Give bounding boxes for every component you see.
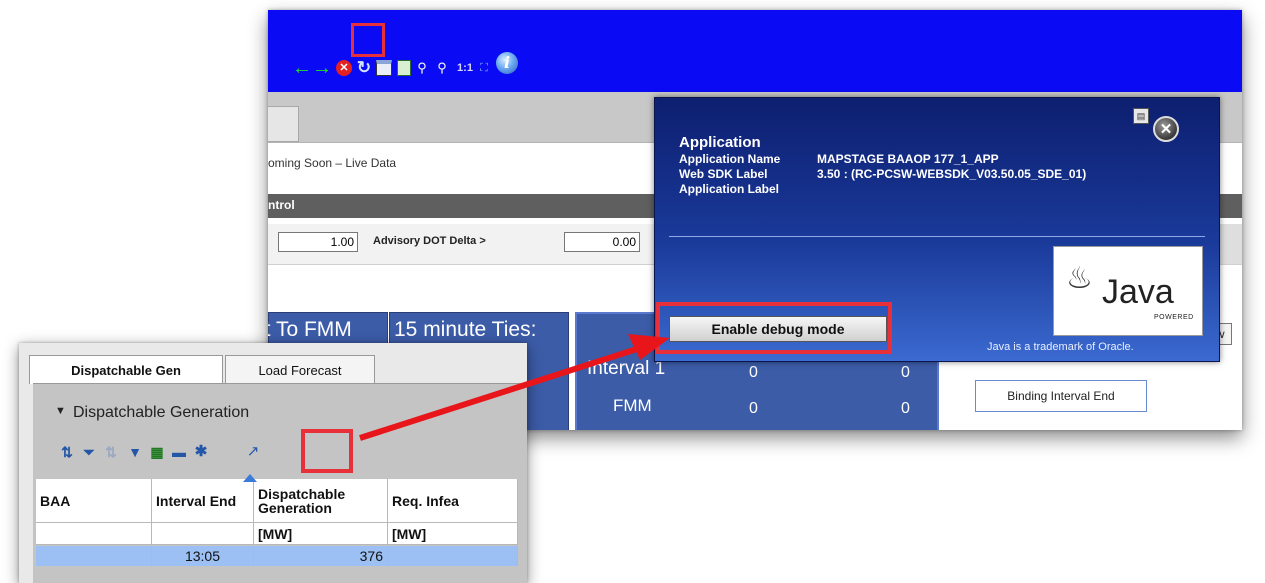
zoom-1-1-button[interactable]: 1:1 (454, 60, 476, 76)
filter-funnel-icon[interactable]: ▼ (127, 444, 143, 460)
column-header-interval-end-text: Interval End (156, 492, 237, 509)
application-name-value: MAPSTAGE BAAOP 177_1_APP (817, 152, 999, 166)
web-sdk-value: 3.50 : (RC-PCSW-WEBSDK_V03.50.05_SDE_01) (817, 167, 1087, 181)
clear-sort-icon: ⇅ (105, 444, 117, 460)
filter-icon[interactable]: ⏷ (81, 444, 97, 460)
toolbar: ← → ✕ ↻ ⚲ ⚲ 1:1 ⛶ i (268, 10, 1242, 92)
section-title[interactable]: ▼ Dispatchable Generation (55, 404, 249, 422)
web-sdk-label: Web SDK Label (679, 167, 768, 181)
java-powered-text: POWERED (1154, 314, 1194, 321)
application-name-label: Application Name (679, 152, 781, 166)
java-logo: ♨ Java POWERED (1053, 246, 1203, 336)
table-cell-baa (36, 546, 152, 566)
popup-title: Application (679, 134, 761, 151)
info-icon-highlight (351, 23, 385, 57)
fmm-panel-title: nt To FMM (268, 318, 352, 341)
advisory-dot-delta-input[interactable]: 0.00 (564, 232, 640, 252)
export-excel-icon[interactable]: ▦ (149, 444, 165, 460)
sort-ascending-icon (243, 474, 257, 482)
zoom-out-icon[interactable]: ⚲ (414, 60, 430, 76)
binding-interval-end-button[interactable]: Binding Interval End (975, 380, 1147, 412)
units-cell: [MW] (254, 523, 388, 545)
popout-icon[interactable]: ↗ (245, 444, 261, 460)
control-section-title: ntrol (268, 198, 295, 212)
fmm-value: 0 (901, 400, 910, 417)
java-wordmark: Java (1102, 273, 1174, 311)
print-icon[interactable] (376, 60, 392, 76)
debug-icon-highlight (301, 429, 353, 473)
table-cell-dispatchable-generation: 376 (254, 546, 388, 566)
sort-icon[interactable]: ⇅ (59, 444, 75, 460)
debug-bug-icon[interactable]: ✱ (193, 444, 209, 460)
zoom-in-icon[interactable]: ⚲ (434, 60, 450, 76)
threshold-input[interactable]: 1.00 (278, 232, 358, 252)
forward-arrow-icon[interactable]: → (312, 58, 332, 78)
java-trademark-text: Java is a trademark of Oracle. (987, 341, 1134, 353)
column-header-req-infeasible[interactable]: Req. Infea (388, 479, 518, 523)
column-header-dispatchable-generation-text: Dispatchable Generation (258, 485, 346, 516)
units-cell (36, 523, 152, 545)
tab-dispatchable-gen[interactable]: Dispatchable Gen (29, 355, 223, 384)
info-icon[interactable]: i (496, 52, 518, 74)
fit-icon[interactable]: ⛶ (476, 60, 492, 76)
status-text: oming Soon – Live Data (268, 156, 397, 170)
popup-divider (669, 236, 1205, 237)
tab-load-forecast[interactable]: Load Forecast (225, 355, 375, 384)
print-icon[interactable]: ▬ (171, 444, 187, 460)
close-icon[interactable]: ✕ (1153, 116, 1179, 142)
debug-button-highlight (656, 302, 892, 354)
table-cell-interval-end: 13:05 (152, 546, 254, 566)
interval-value: 0 (901, 364, 910, 381)
export-icon[interactable] (396, 60, 412, 76)
tab-stub[interactable] (268, 106, 299, 142)
collapse-triangle-icon[interactable]: ▼ (55, 405, 66, 417)
fmm-value: 0 (749, 400, 758, 417)
units-cell: [MW] (388, 523, 518, 545)
stop-icon[interactable]: ✕ (336, 60, 352, 76)
table-cell-req-infeasible (388, 546, 518, 566)
units-cell (152, 523, 254, 545)
advisory-dot-delta-label: Advisory DOT Delta > (373, 235, 486, 247)
copy-icon[interactable]: ▤ (1133, 108, 1149, 124)
back-arrow-icon[interactable]: ← (292, 58, 312, 78)
section-title-text: Dispatchable Generation (73, 404, 250, 421)
fmm-label: FMM (613, 396, 652, 415)
column-header-baa[interactable]: BAA (36, 479, 152, 523)
application-label-label: Application Label (679, 182, 780, 196)
java-cup-icon: ♨ (1066, 262, 1093, 295)
column-header-dispatchable-generation[interactable]: Dispatchable Generation (254, 479, 388, 523)
refresh-icon[interactable]: ↻ (356, 59, 372, 76)
interval-value: 0 (749, 364, 758, 381)
ties-panel-title: 15 minute Ties: (394, 318, 537, 341)
column-header-interval-end[interactable]: Interval End (152, 479, 254, 523)
